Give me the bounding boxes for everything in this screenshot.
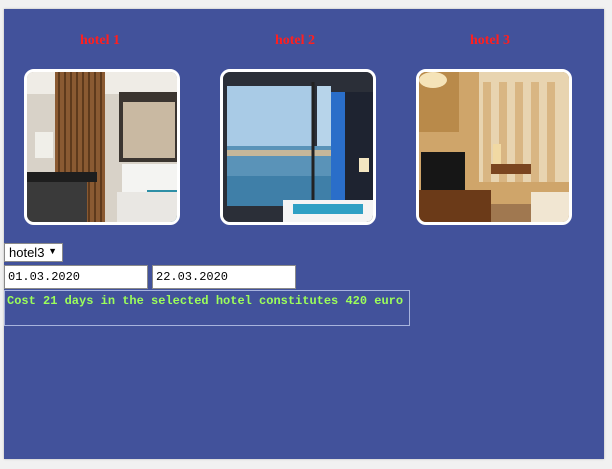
date-to-input[interactable]: 22.03.2020 (152, 265, 296, 289)
hotel-room-photo-3 (419, 72, 569, 222)
hotel-2-photo[interactable] (220, 69, 376, 225)
hotel-2-title: hotel 2 (274, 33, 316, 48)
cost-result-text: Cost 21 days in the selected hotel const… (4, 290, 410, 326)
hotel-1-title: hotel 1 (79, 33, 121, 48)
hotel-room-photo-1 (27, 72, 177, 222)
dropdown-arrow-icon: ▼ (48, 246, 57, 256)
hotel-select-value: hotel3 (9, 245, 45, 260)
hotel-3-title: hotel 3 (469, 33, 511, 48)
hotel-3-photo[interactable] (416, 69, 572, 225)
page-body: hotel 1 hotel 2 hotel 3 hotel3 ▼ 01.03.2… (4, 9, 604, 459)
date-from-input[interactable]: 01.03.2020 (4, 265, 148, 289)
hotel-room-photo-2 (223, 72, 373, 222)
hotel-1-photo[interactable] (24, 69, 180, 225)
hotel-select[interactable]: hotel3 ▼ (4, 243, 63, 262)
